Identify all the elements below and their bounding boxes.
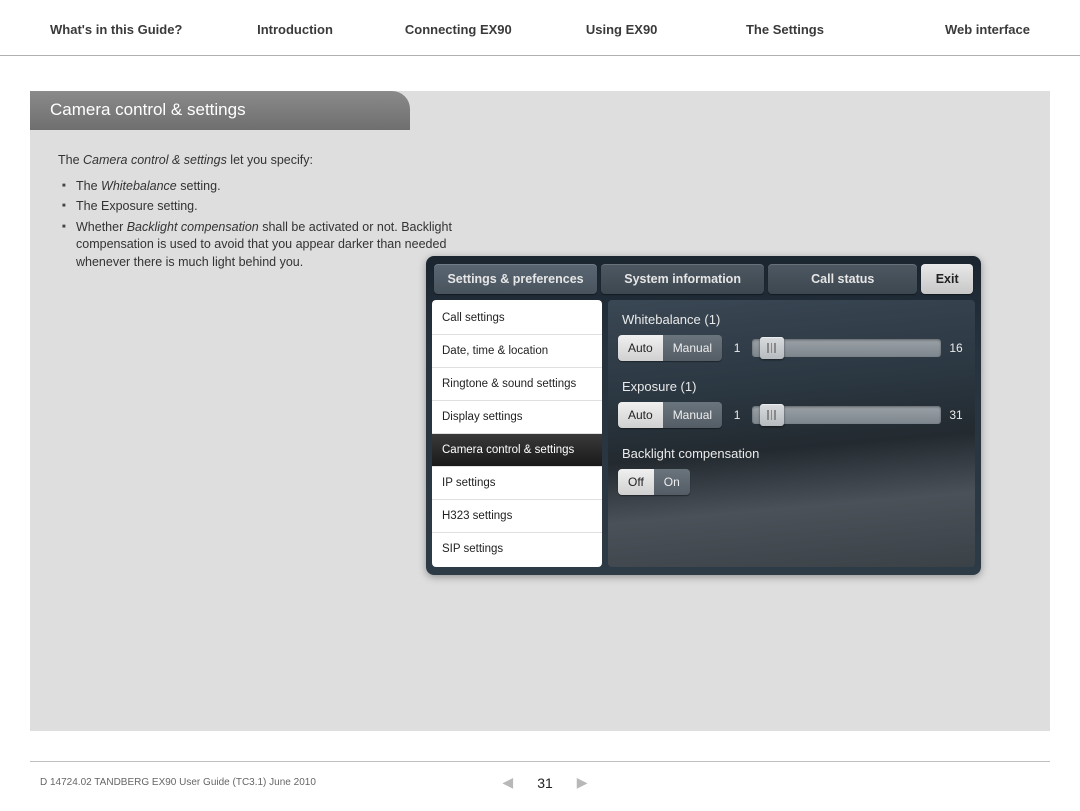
whitebalance-manual[interactable]: Manual bbox=[663, 335, 722, 361]
exposure-slider-thumb[interactable] bbox=[760, 404, 784, 426]
bullet-whitebalance: The Whitebalance setting. bbox=[58, 178, 500, 196]
nav-the-settings[interactable]: The Settings bbox=[703, 22, 866, 55]
sidebar-item-ip[interactable]: IP settings bbox=[432, 467, 602, 500]
sidebar-item-h323[interactable]: H323 settings bbox=[432, 500, 602, 533]
whitebalance-title: Whitebalance (1) bbox=[618, 306, 965, 335]
page-number: 31 bbox=[537, 775, 553, 791]
tab-settings-preferences[interactable]: Settings & preferences bbox=[434, 264, 597, 294]
nav-web-interface[interactable]: Web interface bbox=[867, 22, 1050, 55]
description-intro: The Camera control & settings let you sp… bbox=[58, 152, 500, 170]
page-footer: D 14724.02 TANDBERG EX90 User Guide (TC3… bbox=[30, 761, 1050, 791]
exposure-mode-toggle[interactable]: Auto Manual bbox=[618, 402, 722, 428]
whitebalance-min: 1 bbox=[728, 341, 746, 355]
tab-system-information[interactable]: System information bbox=[601, 264, 764, 294]
tab-exit[interactable]: Exit bbox=[921, 264, 973, 294]
backlight-title: Backlight compensation bbox=[618, 440, 965, 469]
whitebalance-slider[interactable] bbox=[752, 339, 941, 357]
next-page-icon[interactable]: ▶ bbox=[577, 774, 588, 791]
nav-using[interactable]: Using EX90 bbox=[540, 22, 703, 55]
nav-whats-in-guide[interactable]: What's in this Guide? bbox=[30, 22, 213, 55]
sidebar-item-display[interactable]: Display settings bbox=[432, 401, 602, 434]
backlight-off[interactable]: Off bbox=[618, 469, 654, 495]
backlight-group: Backlight compensation Off On bbox=[618, 440, 965, 495]
sidebar-item-ringtone[interactable]: Ringtone & sound settings bbox=[432, 368, 602, 401]
backlight-toggle[interactable]: Off On bbox=[618, 469, 690, 495]
sidebar-item-call-settings[interactable]: Call settings bbox=[432, 302, 602, 335]
exposure-title: Exposure (1) bbox=[618, 373, 965, 402]
prev-page-icon[interactable]: ◀ bbox=[502, 774, 513, 791]
exposure-min: 1 bbox=[728, 408, 746, 422]
exposure-group: Exposure (1) Auto Manual 1 31 bbox=[618, 373, 965, 428]
whitebalance-max: 16 bbox=[947, 341, 965, 355]
page-navigation: ◀ 31 ▶ bbox=[445, 774, 645, 791]
whitebalance-mode-toggle[interactable]: Auto Manual bbox=[618, 335, 722, 361]
section-header: Camera control & settings bbox=[30, 91, 410, 130]
whitebalance-auto[interactable]: Auto bbox=[618, 335, 663, 361]
exposure-auto[interactable]: Auto bbox=[618, 402, 663, 428]
description-block: The Camera control & settings let you sp… bbox=[30, 130, 500, 271]
whitebalance-group: Whitebalance (1) Auto Manual 1 16 bbox=[618, 306, 965, 361]
content-area: Camera control & settings The Camera con… bbox=[30, 91, 1050, 731]
settings-body: Whitebalance (1) Auto Manual 1 16 bbox=[608, 300, 975, 567]
tab-call-status[interactable]: Call status bbox=[768, 264, 917, 294]
top-nav: What's in this Guide? Introduction Conne… bbox=[0, 0, 1080, 56]
sidebar-item-sip[interactable]: SIP settings bbox=[432, 533, 602, 565]
exposure-max: 31 bbox=[947, 408, 965, 422]
exposure-manual[interactable]: Manual bbox=[663, 402, 722, 428]
sidebar-item-date-time[interactable]: Date, time & location bbox=[432, 335, 602, 368]
backlight-on[interactable]: On bbox=[654, 469, 690, 495]
whitebalance-slider-thumb[interactable] bbox=[760, 337, 784, 359]
sidebar-item-camera-control[interactable]: Camera control & settings bbox=[432, 434, 602, 467]
device-tabs: Settings & preferences System informatio… bbox=[432, 262, 975, 300]
nav-connecting[interactable]: Connecting EX90 bbox=[377, 22, 540, 55]
exposure-slider[interactable] bbox=[752, 406, 941, 424]
device-settings-panel: Settings & preferences System informatio… bbox=[426, 256, 981, 575]
settings-sidebar: Call settings Date, time & location Ring… bbox=[432, 300, 602, 567]
doc-id: D 14724.02 TANDBERG EX90 User Guide (TC3… bbox=[30, 777, 445, 788]
bullet-exposure: The Exposure setting. bbox=[58, 198, 500, 216]
nav-introduction[interactable]: Introduction bbox=[213, 22, 376, 55]
